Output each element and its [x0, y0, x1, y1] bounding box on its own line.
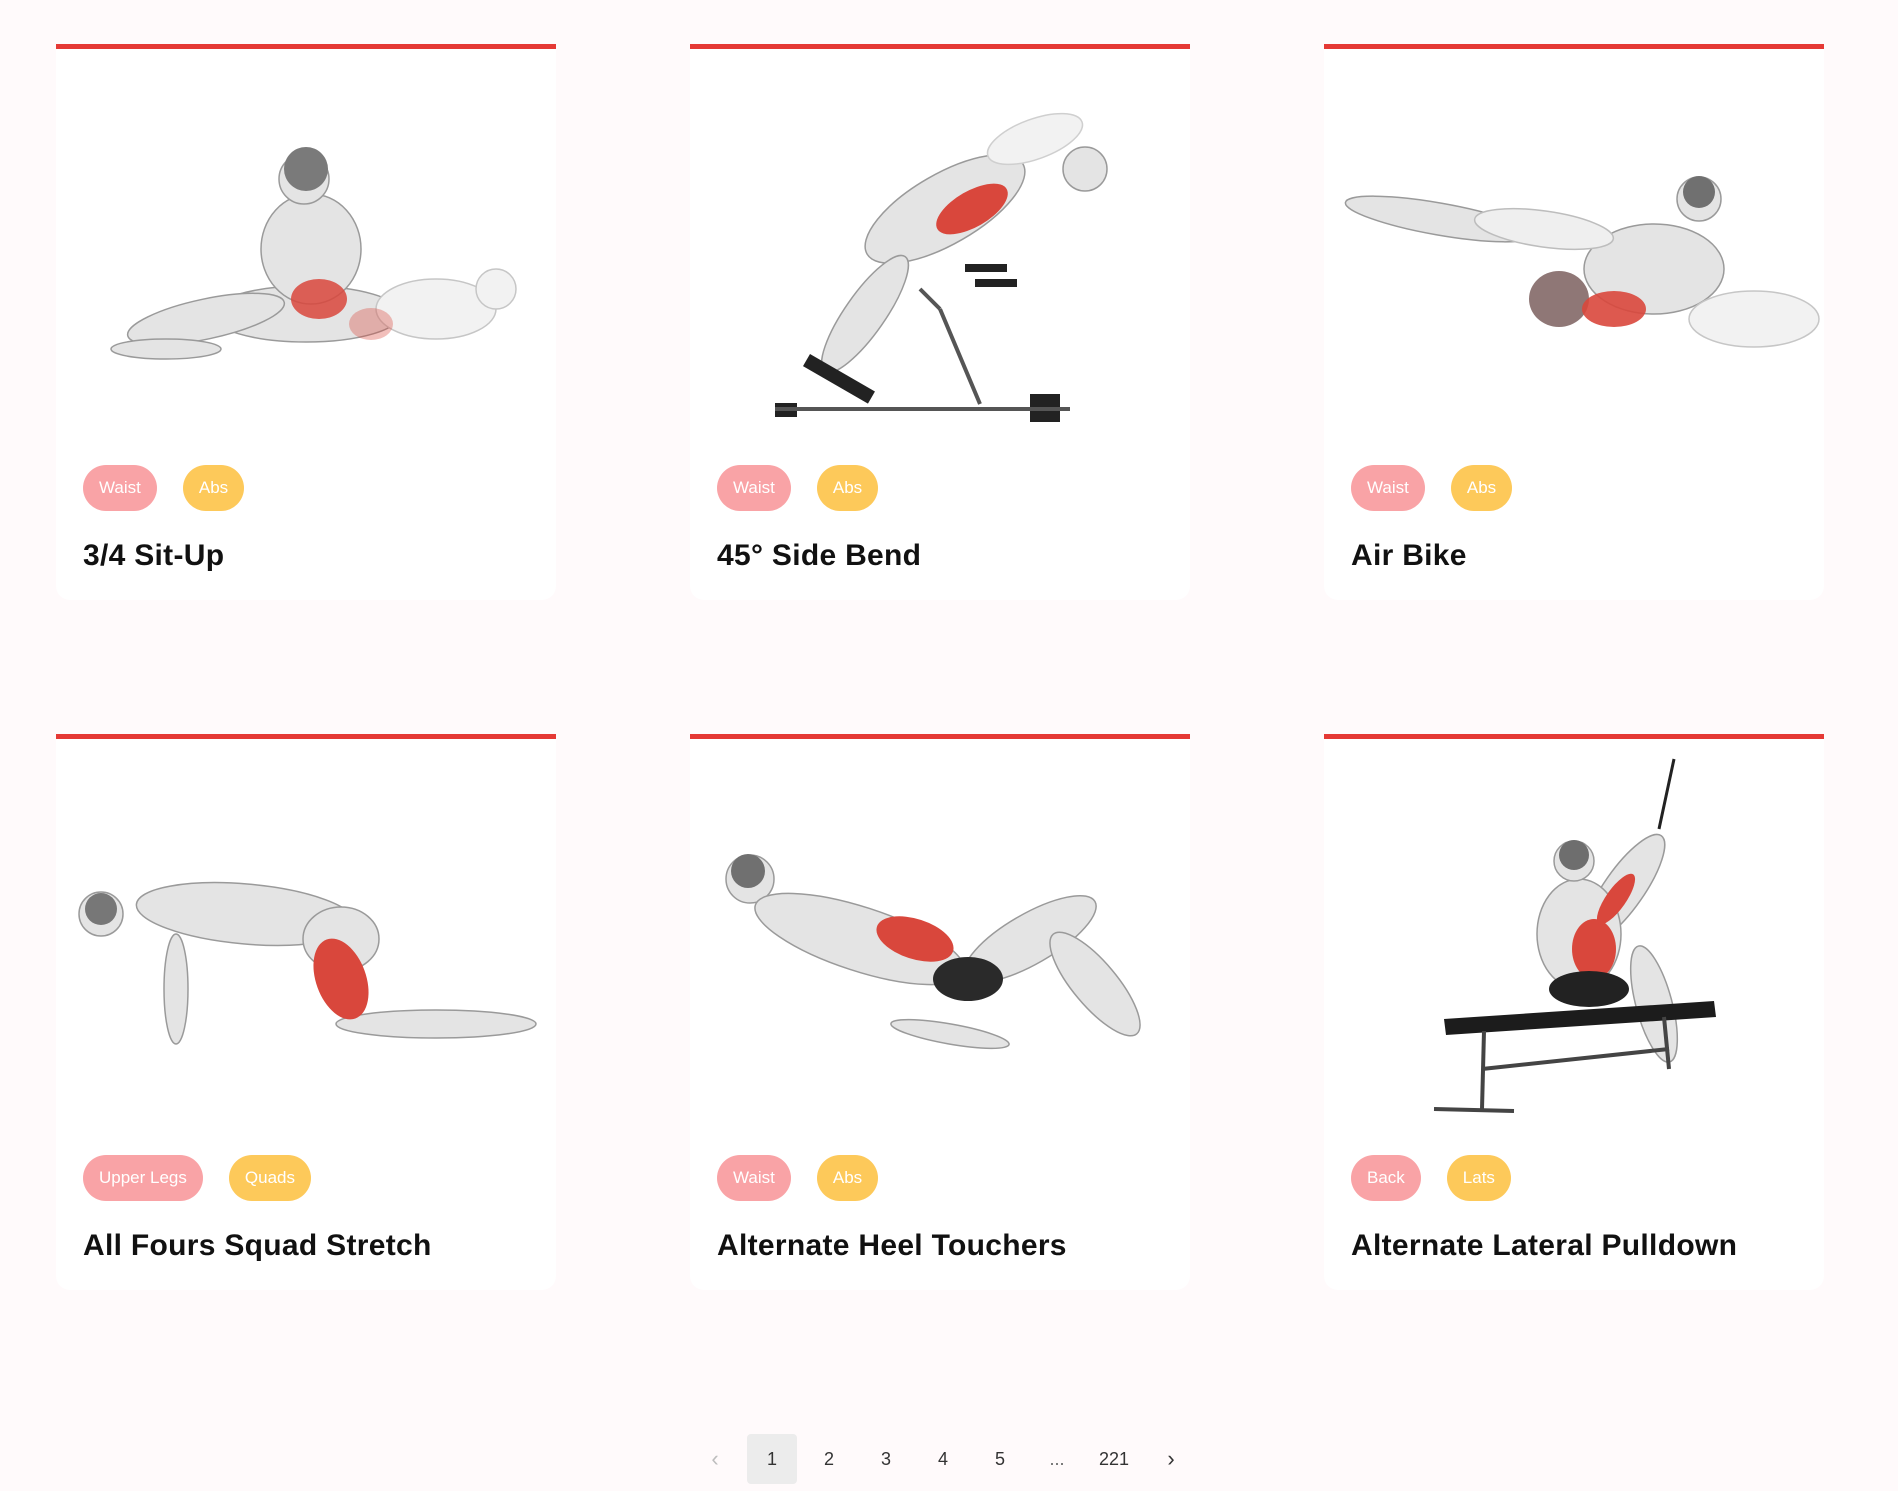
- exercise-card[interactable]: Waist Abs 3/4 Sit-Up: [56, 44, 556, 600]
- chevron-left-icon[interactable]: ‹: [690, 1434, 740, 1484]
- body-part-tag[interactable]: Back: [1351, 1155, 1421, 1201]
- air-bike-illustration: [1324, 49, 1824, 449]
- page-button-2[interactable]: 2: [804, 1434, 854, 1484]
- situp-illustration: [56, 49, 556, 449]
- target-muscle-tag[interactable]: Abs: [182, 465, 245, 511]
- exercise-title[interactable]: 45° Side Bend: [717, 539, 921, 573]
- target-muscle-tag[interactable]: Abs: [816, 1155, 879, 1201]
- page-button-last[interactable]: 221: [1089, 1434, 1139, 1484]
- exercise-card[interactable]: Waist Abs Air Bike: [1324, 44, 1824, 600]
- page-button-5[interactable]: 5: [975, 1434, 1025, 1484]
- body-part-tag[interactable]: Waist: [1351, 465, 1425, 511]
- exercise-title[interactable]: Alternate Heel Touchers: [717, 1229, 1067, 1263]
- chevron-right-icon[interactable]: ›: [1146, 1434, 1196, 1484]
- exercise-card[interactable]: Waist Abs 45° Side Bend: [690, 44, 1190, 600]
- page-button-3[interactable]: 3: [861, 1434, 911, 1484]
- exercise-card[interactable]: Upper Legs Quads All Fours Squad Stretch: [56, 734, 556, 1290]
- exercise-title[interactable]: Alternate Lateral Pulldown: [1351, 1229, 1737, 1263]
- page-button-4[interactable]: 4: [918, 1434, 968, 1484]
- page-button-1[interactable]: 1: [747, 1434, 797, 1484]
- body-part-tag[interactable]: Waist: [717, 1155, 791, 1201]
- exercise-title[interactable]: All Fours Squad Stretch: [83, 1229, 432, 1263]
- lateral-pulldown-illustration: [1324, 739, 1824, 1139]
- target-muscle-tag[interactable]: Quads: [228, 1155, 311, 1201]
- body-part-tag[interactable]: Waist: [83, 465, 157, 511]
- pagination: ‹ 1 2 3 4 5 ... 221 ›: [690, 1434, 1203, 1484]
- quad-stretch-illustration: [56, 739, 556, 1139]
- target-muscle-tag[interactable]: Abs: [816, 465, 879, 511]
- exercise-card[interactable]: Back Lats Alternate Lateral Pulldown: [1324, 734, 1824, 1290]
- body-part-tag[interactable]: Waist: [717, 465, 791, 511]
- side-bend-illustration: [690, 49, 1190, 449]
- body-part-tag[interactable]: Upper Legs: [83, 1155, 203, 1201]
- heel-touchers-illustration: [690, 739, 1190, 1139]
- pagination-ellipsis[interactable]: ...: [1032, 1434, 1082, 1484]
- exercise-title[interactable]: Air Bike: [1351, 539, 1467, 573]
- exercise-title[interactable]: 3/4 Sit-Up: [83, 539, 224, 573]
- exercise-card[interactable]: Waist Abs Alternate Heel Touchers: [690, 734, 1190, 1290]
- target-muscle-tag[interactable]: Lats: [1446, 1155, 1511, 1201]
- target-muscle-tag[interactable]: Abs: [1450, 465, 1513, 511]
